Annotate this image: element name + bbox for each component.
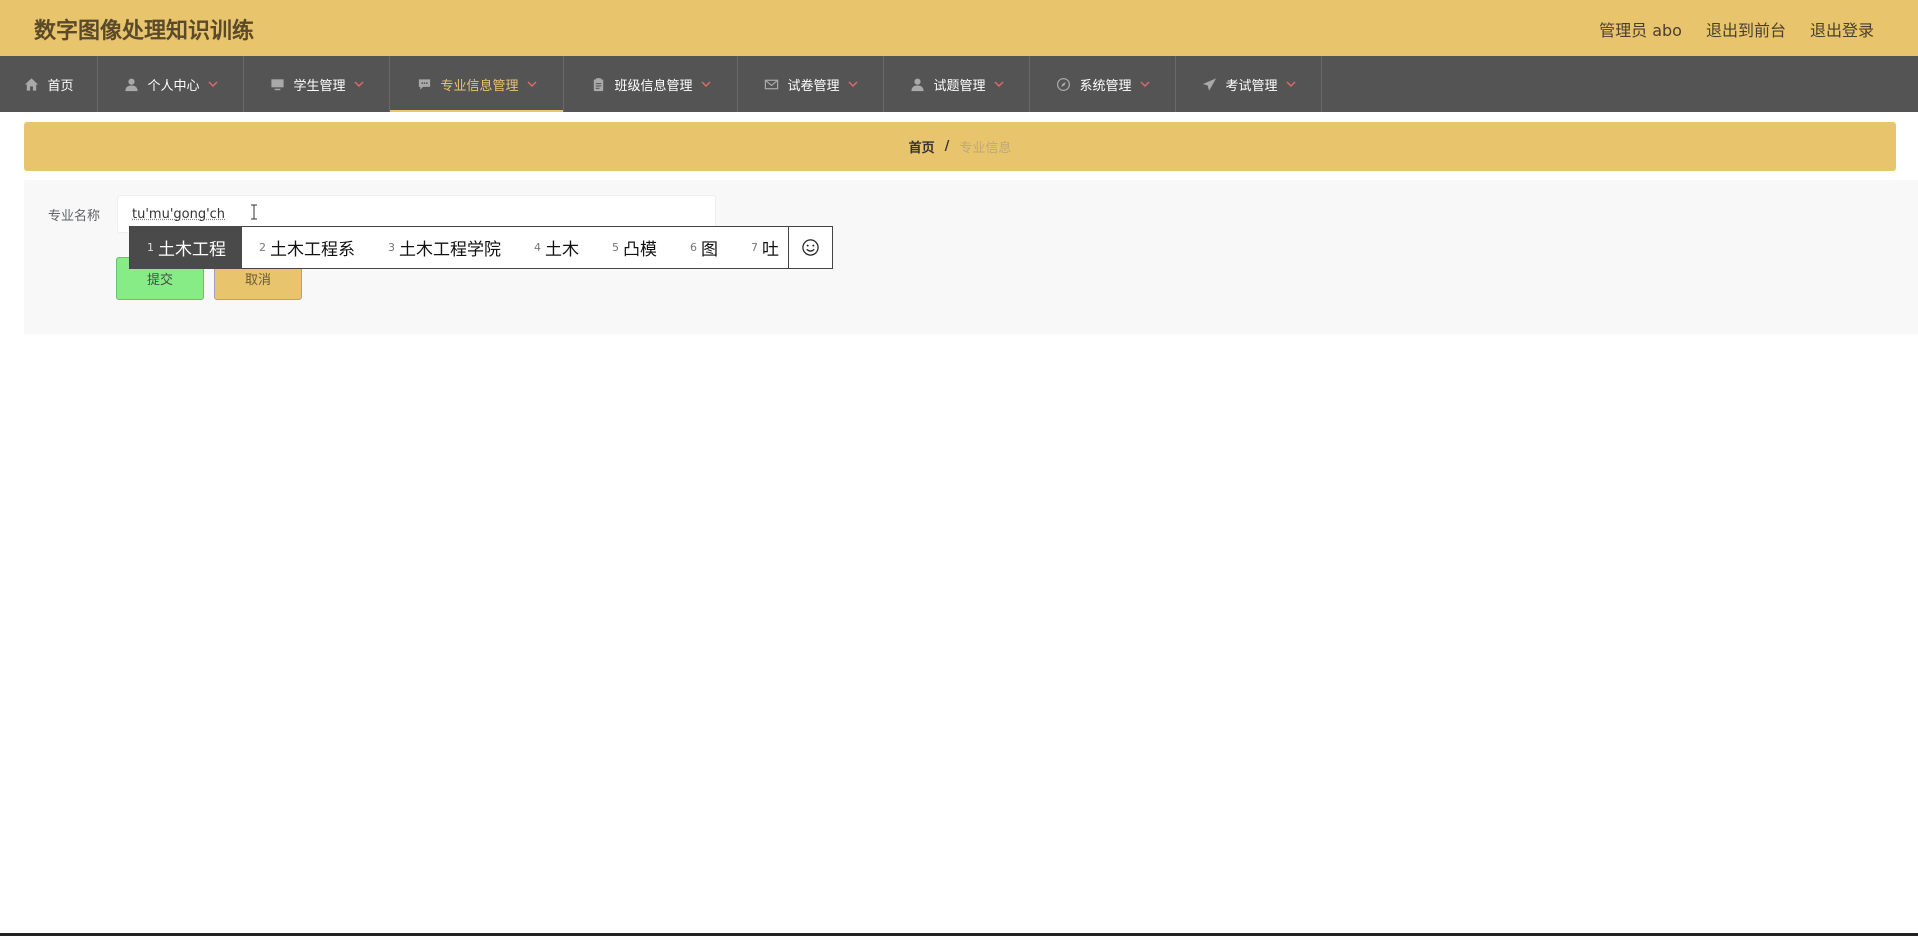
breadcrumb: 首页 / 专业信息 bbox=[24, 122, 1896, 171]
nav-item-student-management[interactable]: 学生管理 bbox=[244, 56, 390, 112]
main-nav: 首页 个人中心 学生管理 专业信息管理 班级信息管理 试卷管理 试题管理 系统管… bbox=[0, 56, 1918, 112]
nav-item-system-management[interactable]: 系统管理 bbox=[1030, 56, 1176, 112]
nav-label: 考试管理 bbox=[1225, 78, 1278, 94]
chevron-down-icon bbox=[527, 79, 537, 89]
chevron-down-icon bbox=[848, 79, 858, 89]
ime-candidate[interactable]: 3 土木工程学院 bbox=[371, 226, 517, 269]
monitor-icon bbox=[269, 76, 285, 92]
ime-candidate[interactable]: 7吐 bbox=[734, 226, 795, 269]
nav-label: 试卷管理 bbox=[787, 78, 840, 94]
chevron-down-icon bbox=[994, 79, 1004, 89]
nav-label: 学生管理 bbox=[293, 78, 346, 94]
app-title: 数字图像处理知识训练 bbox=[34, 19, 255, 44]
chevron-down-icon bbox=[701, 79, 711, 89]
major-name-label: 专业名称 bbox=[48, 209, 101, 224]
nav-item-question-management[interactable]: 试题管理 bbox=[884, 56, 1030, 112]
user-icon bbox=[123, 76, 139, 92]
clipboard-icon bbox=[590, 76, 606, 92]
nav-item-exam-paper-management[interactable]: 试卷管理 bbox=[738, 56, 884, 112]
breadcrumb-current: 专业信息 bbox=[959, 141, 1012, 156]
ime-candidate[interactable]: 4 土木 bbox=[517, 226, 595, 269]
ime-candidate[interactable]: 6图 bbox=[673, 226, 734, 269]
chevron-down-icon bbox=[1140, 79, 1150, 89]
nav-label: 系统管理 bbox=[1079, 78, 1132, 94]
logout-link[interactable]: 退出登录 bbox=[1810, 17, 1874, 41]
header-links: 管理员 abo 退出到前台 退出登录 bbox=[1599, 17, 1874, 41]
nav-label: 个人中心 bbox=[147, 78, 200, 94]
nav-label: 试题管理 bbox=[933, 78, 986, 94]
nav-item-major-info-management[interactable]: 专业信息管理 bbox=[390, 56, 564, 112]
chat-icon bbox=[416, 76, 432, 92]
nav-label: 首页 bbox=[47, 78, 74, 94]
major-name-input-value: tu'mu'gong'ch bbox=[132, 206, 226, 222]
ime-candidate-window: 1 土木工程 2 土木工程系 3 土木工程学院 4 土木 5 凸模 6图 7吐 bbox=[129, 226, 833, 269]
breadcrumb-home-link[interactable]: 首页 bbox=[909, 137, 935, 156]
nav-label: 班级信息管理 bbox=[614, 78, 693, 94]
ime-candidate[interactable]: 5 凸模 bbox=[595, 226, 673, 269]
smiley-icon[interactable] bbox=[788, 227, 832, 268]
ime-candidate[interactable]: 1 土木工程 bbox=[130, 226, 242, 269]
ime-candidate[interactable]: 2 土木工程系 bbox=[242, 226, 371, 269]
admin-user-label[interactable]: 管理员 abo bbox=[1599, 17, 1682, 41]
nav-item-exam-management[interactable]: 考试管理 bbox=[1176, 56, 1322, 112]
top-header: 数字图像处理知识训练 管理员 abo 退出到前台 退出登录 bbox=[0, 0, 1918, 56]
nav-item-class-info-management[interactable]: 班级信息管理 bbox=[564, 56, 738, 112]
send-icon bbox=[1201, 76, 1217, 92]
compass-icon bbox=[1055, 76, 1071, 92]
mail-icon bbox=[763, 76, 779, 92]
text-cursor-icon bbox=[250, 204, 258, 220]
nav-item-personal-center[interactable]: 个人中心 bbox=[98, 56, 244, 112]
user-icon bbox=[909, 76, 925, 92]
nav-item-home[interactable]: 首页 bbox=[0, 56, 98, 112]
home-icon bbox=[23, 76, 39, 92]
chevron-down-icon bbox=[208, 79, 218, 89]
chevron-down-icon bbox=[354, 79, 364, 89]
nav-label: 专业信息管理 bbox=[440, 78, 519, 94]
chevron-down-icon bbox=[1286, 79, 1296, 89]
back-to-frontend-link[interactable]: 退出到前台 bbox=[1706, 17, 1786, 41]
breadcrumb-separator: / bbox=[944, 139, 950, 154]
